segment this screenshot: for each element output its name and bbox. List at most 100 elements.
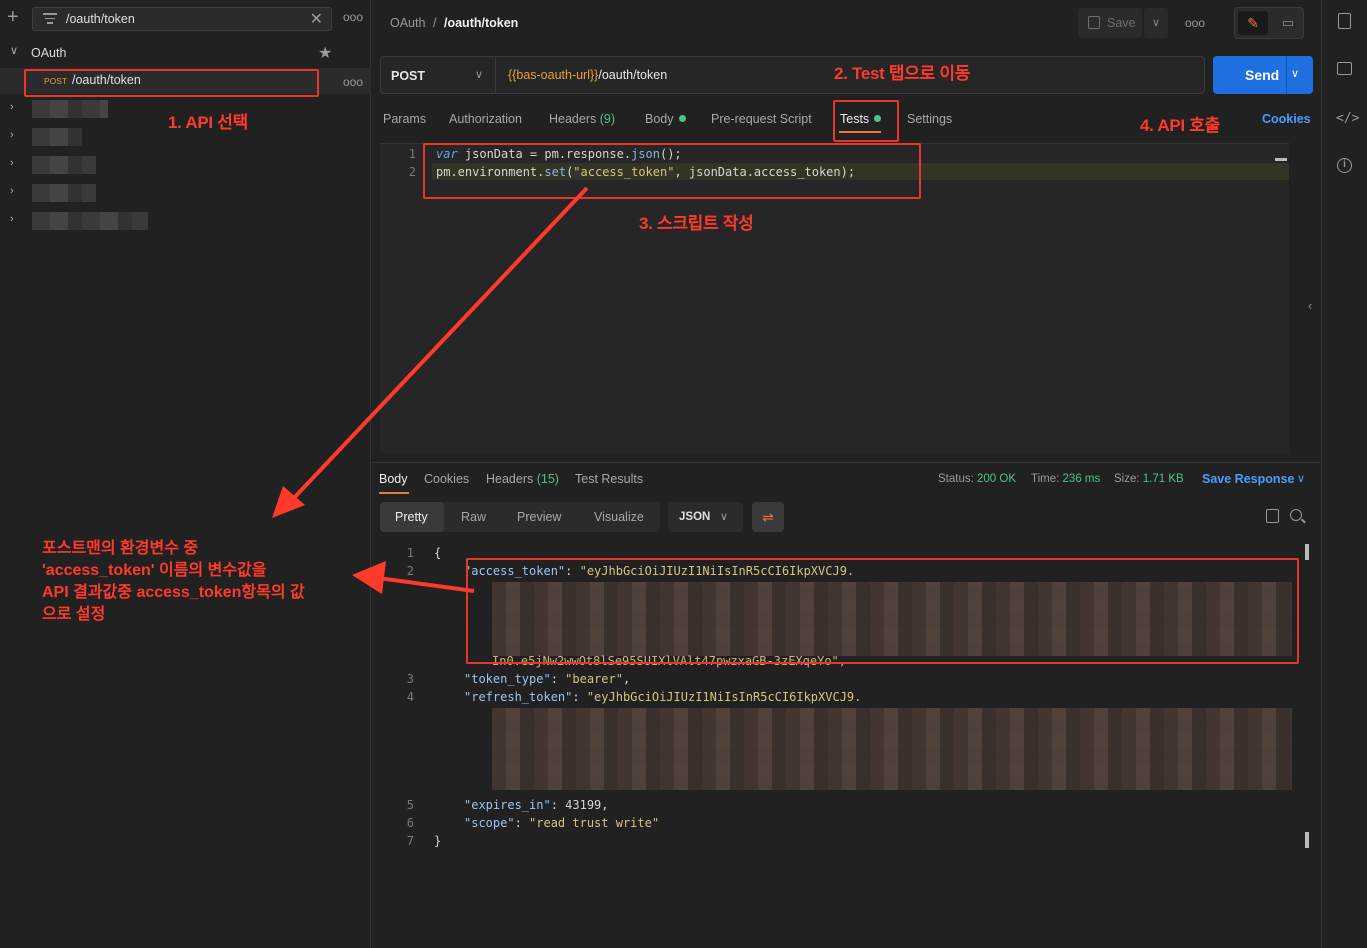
more-icon[interactable]: ooo xyxy=(1185,16,1205,30)
response-tabs: Body Cookies Headers (15) Test Results S… xyxy=(372,462,1321,494)
scrollbar[interactable] xyxy=(1305,544,1309,560)
chevron-right-icon[interactable]: › xyxy=(10,213,14,225)
annotation-note-line: API 결과값중 access_token항목의 값 xyxy=(42,584,305,601)
filter-icon[interactable] xyxy=(43,13,57,25)
copy-icon[interactable] xyxy=(1266,509,1279,523)
size-value: 1.71 KB xyxy=(1142,473,1184,485)
sidebar-folder[interactable]: › xyxy=(0,210,371,232)
json-key: "expires_in" xyxy=(464,798,551,812)
tab-response-body[interactable]: Body xyxy=(379,472,408,486)
send-button[interactable]: Send ∨ xyxy=(1213,56,1313,94)
view-preview[interactable]: Preview xyxy=(517,510,561,524)
json-scope-line: "scope": "read trust write" xyxy=(464,816,660,830)
active-tab-indicator xyxy=(379,492,409,494)
code-icon[interactable]: </> xyxy=(1336,110,1359,128)
sidebar-search[interactable]: ✕ xyxy=(32,7,332,31)
tab-headers-count: (9) xyxy=(599,112,616,126)
add-icon[interactable]: + xyxy=(7,6,19,29)
time-info: Time: 236 ms xyxy=(1031,473,1100,485)
tab-test-results[interactable]: Test Results xyxy=(575,472,643,486)
save-label: Save xyxy=(1107,16,1136,30)
more-icon[interactable]: ooo xyxy=(343,10,363,24)
send-divider xyxy=(1286,56,1287,94)
line-number: 2 xyxy=(406,564,414,578)
tab-params[interactable]: Params xyxy=(383,112,426,126)
view-mode-group: Pretty Raw Preview Visualize xyxy=(380,502,660,532)
chevron-right-icon[interactable]: › xyxy=(10,129,14,141)
method-select[interactable]: POST ∨ xyxy=(381,57,496,93)
redacted-label xyxy=(32,212,148,230)
request-header: OAuth / /oauth/token Save ∨ ooo ✎ ▭ xyxy=(372,0,1321,44)
star-icon[interactable]: ★ xyxy=(318,43,332,63)
json-key: "refresh_token" xyxy=(464,690,573,704)
tab-response-headers[interactable]: Headers (15) xyxy=(486,472,559,486)
tab-settings[interactable]: Settings xyxy=(907,112,952,126)
format-label: JSON xyxy=(679,511,711,523)
json-key: "token_type" xyxy=(464,672,551,686)
breadcrumb-parent[interactable]: OAuth xyxy=(390,16,425,30)
mode-toggle: ✎ ▭ xyxy=(1234,7,1304,39)
sidebar-folder[interactable]: › xyxy=(0,182,371,204)
pencil-icon[interactable]: ✎ xyxy=(1238,11,1268,35)
right-rail: </> i xyxy=(1321,0,1367,948)
chevron-right-icon[interactable]: › xyxy=(10,185,14,197)
redacted-token xyxy=(492,708,1292,790)
save-button[interactable]: Save xyxy=(1078,8,1142,38)
view-visualize[interactable]: Visualize xyxy=(594,510,644,524)
chevron-right-icon[interactable]: › xyxy=(10,101,14,113)
save-dropdown-button[interactable]: ∨ xyxy=(1144,8,1168,38)
collection-oauth[interactable]: ∨ OAuth ★ xyxy=(0,42,371,64)
comment-icon[interactable] xyxy=(1337,62,1352,75)
annotation-note-line: 으로 설정 xyxy=(42,606,106,623)
line-number: 6 xyxy=(406,816,414,830)
line-number: 1 xyxy=(408,147,416,161)
url-bar: POST ∨ {{bas-oauth-url}}/oauth/token xyxy=(380,56,1205,94)
tab-response-cookies[interactable]: Cookies xyxy=(424,472,469,486)
editor-scrollbar[interactable] xyxy=(1275,158,1287,161)
close-icon[interactable]: ✕ xyxy=(310,9,323,29)
search-input[interactable] xyxy=(66,11,296,27)
format-select[interactable]: JSON ∨ xyxy=(668,502,743,532)
comment-icon[interactable]: ▭ xyxy=(1273,11,1303,35)
documentation-icon[interactable] xyxy=(1338,13,1351,29)
time-label: Time: xyxy=(1031,473,1060,485)
view-raw[interactable]: Raw xyxy=(461,510,486,524)
tab-authorization[interactable]: Authorization xyxy=(449,112,522,126)
line-number: 5 xyxy=(406,798,414,812)
tab-body-label: Body xyxy=(645,112,674,126)
size-info: Size: 1.71 KB xyxy=(1114,473,1184,485)
redacted-label xyxy=(32,100,108,118)
url-variable: {{bas-oauth-url}} xyxy=(508,68,599,82)
save-response-button[interactable]: Save Response xyxy=(1202,472,1294,486)
save-icon xyxy=(1088,16,1100,29)
chevron-left-icon[interactable]: ‹ xyxy=(1308,298,1312,313)
chevron-down-icon[interactable]: ∨ xyxy=(1291,67,1299,80)
tab-prerequest-script[interactable]: Pre-request Script xyxy=(711,112,812,126)
json-refresh-token-line: "refresh_token": "eyJhbGciOiJIUzI1NiIsIn… xyxy=(464,690,862,704)
time-value: 236 ms xyxy=(1062,473,1101,485)
info-icon[interactable]: i xyxy=(1337,158,1352,173)
chevron-down-icon[interactable]: ∨ xyxy=(1297,472,1305,485)
url-path: /oauth/token xyxy=(598,68,668,82)
status-dot xyxy=(678,115,686,122)
line-number: 7 xyxy=(406,834,414,848)
wrap-lines-icon[interactable]: ⇌ xyxy=(752,502,784,532)
chevron-right-icon[interactable]: › xyxy=(10,157,14,169)
tab-body[interactable]: Body xyxy=(645,112,686,126)
redacted-label xyxy=(32,184,96,202)
url-input[interactable]: {{bas-oauth-url}}/oauth/token xyxy=(508,68,667,82)
annotation-box-token xyxy=(466,558,1299,664)
json-string-value: "eyJhbGciOiJIUzI1NiIsInR5cCI6IkpXVCJ9. xyxy=(586,690,862,704)
chevron-down-icon[interactable]: ∨ xyxy=(10,44,18,57)
annotation-step3: 3. 스크립트 작성 xyxy=(639,214,754,233)
search-icon[interactable] xyxy=(1290,509,1302,521)
scrollbar[interactable] xyxy=(1305,832,1309,848)
cookies-link[interactable]: Cookies xyxy=(1262,112,1311,126)
line-number: 4 xyxy=(406,690,414,704)
view-pretty[interactable]: Pretty xyxy=(395,510,428,524)
breadcrumb-current[interactable]: /oauth/token xyxy=(444,16,518,30)
tab-headers[interactable]: Headers (9) xyxy=(549,112,615,126)
sidebar-folder[interactable]: › xyxy=(0,154,371,176)
json-number-value: 43199 xyxy=(565,798,602,812)
more-icon[interactable]: ooo xyxy=(343,75,363,89)
